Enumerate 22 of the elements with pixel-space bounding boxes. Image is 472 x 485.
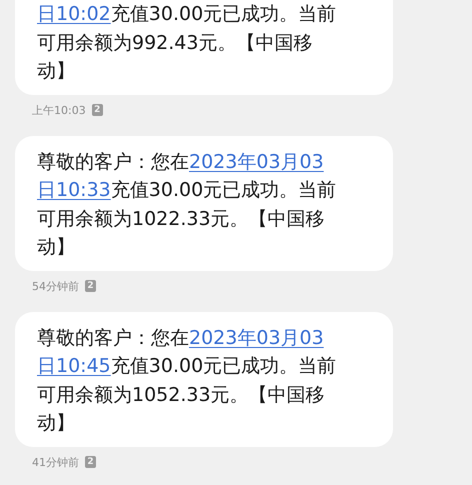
- message-text: 充值30.00元已成功。当前: [110, 178, 336, 203]
- date-link[interactable]: 日10:02: [37, 0, 111, 28]
- date-link[interactable]: 2023年03月03: [189, 148, 324, 176]
- message-time: 54分钟前: [32, 278, 79, 294]
- message-text: 尊敬的客户：您在: [37, 150, 189, 174]
- message-text: 充值30.00元已成功。当前: [110, 354, 336, 379]
- message-text: 动】: [37, 411, 75, 436]
- date-link[interactable]: 日10:45: [37, 352, 111, 380]
- message-time: 41分钟前: [32, 454, 79, 470]
- message-text: 可用余额为1022.33元。【中国移: [37, 206, 325, 232]
- message-text: 可用余额为1052.33元。【中国移: [37, 382, 325, 408]
- sim-badge: 2: [92, 104, 103, 116]
- message-text: 充值30.00元已成功。当前: [110, 2, 336, 27]
- date-link[interactable]: 日10:33: [37, 176, 111, 204]
- message-time: 上午10:03: [32, 102, 86, 118]
- message-text: 可用余额为992.43元。【中国移: [37, 30, 312, 56]
- sim-badge: 2: [85, 456, 96, 468]
- date-link[interactable]: 2023年03月03: [189, 324, 324, 352]
- message-text: 尊敬的客户：您在: [37, 326, 189, 350]
- sim-badge: 2: [85, 280, 96, 292]
- message-text: 动】: [37, 59, 75, 84]
- message-text: 动】: [37, 235, 75, 260]
